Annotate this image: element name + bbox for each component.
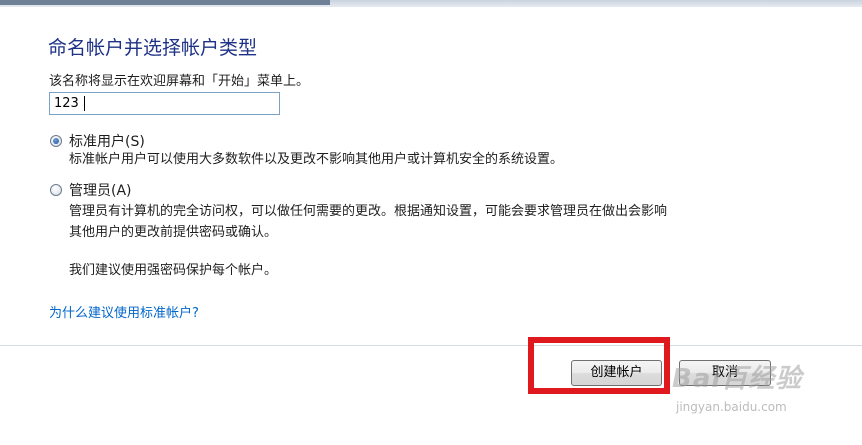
- cancel-button[interactable]: 取消: [679, 360, 771, 386]
- standard-user-radio[interactable]: [50, 135, 62, 147]
- standard-user-description: 标准帐户用户可以使用大多数软件以及更改不影响其他用户或计算机安全的系统设置。: [69, 152, 564, 167]
- annotation-highlight-box: [528, 337, 670, 394]
- password-advice: 我们建议使用强密码保护每个帐户。: [69, 263, 278, 278]
- administrator-label[interactable]: 管理员(A): [69, 180, 132, 200]
- page-title: 命名帐户并选择帐户类型: [48, 37, 258, 59]
- name-description: 该名称将显示在欢迎屏幕和「开始」菜单上。: [49, 74, 310, 89]
- standard-account-help-link[interactable]: 为什么建议使用标准帐户?: [49, 302, 199, 321]
- window-top-border-dark: [0, 0, 330, 5]
- administrator-radio[interactable]: [50, 184, 62, 196]
- administrator-description-line-1: 管理员有计算机的完全访问权，可以做任何需要的更改。根据通知设置，可能会要求管理员…: [69, 204, 668, 219]
- text-caret: [84, 96, 85, 111]
- standard-user-label[interactable]: 标准用户(S): [69, 131, 145, 151]
- footer-divider: [0, 345, 862, 346]
- watermark-url: jingyan.baidu.com: [676, 400, 787, 414]
- administrator-description-line-2: 其他用户的更改前提供密码或确认。: [69, 225, 278, 240]
